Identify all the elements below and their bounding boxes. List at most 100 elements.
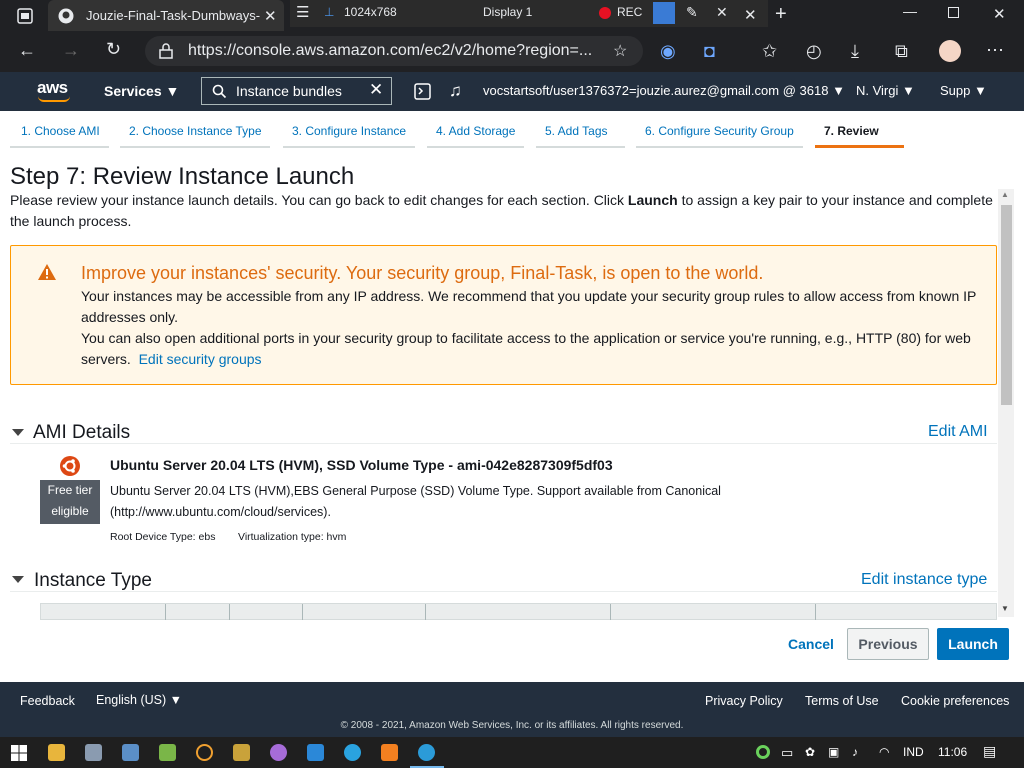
scroll-down-icon[interactable]: ▼ [1001,604,1009,613]
favorite-icon[interactable]: ☆ [613,41,627,61]
cloudflare-icon[interactable] [381,744,398,761]
url-bar[interactable]: https://console.aws.amazon.com/ec2/v2/ho… [145,36,643,66]
window-menu-icon[interactable] [17,8,33,24]
aws-logo[interactable]: aws [37,78,68,98]
collections-icon[interactable]: ⧉ [895,41,908,62]
notifications-icon[interactable]: ♫ [449,81,462,101]
instance-type-heading: Instance Type [34,570,152,591]
collapse-ami-icon[interactable] [12,429,24,436]
warning-icon [38,264,56,280]
vscode-icon[interactable] [307,744,324,761]
camera-icon[interactable] [653,2,675,24]
step-add-tags[interactable]: 5. Add Tags [545,124,608,138]
step-underline [283,146,415,148]
collapse-instance-icon[interactable] [12,576,24,583]
aws-navbar: aws Services ▼ ♫ vocstartsoft/user137637… [0,72,1024,111]
account-menu[interactable]: vocstartsoft/user1376372=jouzie.aurez@gm… [483,83,845,98]
tray-icon[interactable]: ▣ [828,745,839,759]
ami-name: Ubuntu Server 20.04 LTS (HVM), SSD Volum… [110,457,613,473]
record-dot-icon [599,7,611,19]
window-close-icon[interactable]: ✕ [993,5,1006,23]
favorites-icon[interactable]: ✩ [762,41,777,62]
search-value: Instance bundles [236,83,342,99]
clear-search-icon[interactable]: ✕ [369,80,383,100]
language-select[interactable]: English (US) ▼ [96,693,182,707]
recorder-menu-icon[interactable]: ☰ [296,3,309,21]
cancel-button[interactable]: Cancel [788,636,834,652]
close-tab-icon[interactable]: ✕ [744,6,757,24]
services-label: Services [104,83,162,99]
pin-icon[interactable]: ⊥ [324,5,334,19]
edit-security-groups-link[interactable]: Edit security groups [139,351,262,367]
browser-tab[interactable]: Jouzie-Final-Task-Dumbways-Ba [48,0,284,31]
app-icon[interactable] [122,744,139,761]
previous-button[interactable]: Previous [847,628,929,660]
scroll-up-icon[interactable]: ▲ [1001,190,1009,199]
telegram-icon[interactable] [344,744,361,761]
lock-icon[interactable] [159,43,173,59]
intro-launch: Launch [627,192,678,208]
edge-icon[interactable] [418,744,435,761]
step-add-storage[interactable]: 4. Add Storage [436,124,515,138]
support-menu[interactable]: Supp ▼ [940,83,987,98]
reload-icon[interactable]: ↻ [106,39,121,60]
terms-of-use-link[interactable]: Terms of Use [805,694,879,708]
step-choose-instance-type[interactable]: 2. Choose Instance Type [129,124,262,138]
app-icon[interactable] [85,744,102,761]
pen-icon[interactable]: ✎ [686,4,698,21]
battery-icon[interactable]: ▭ [781,745,793,761]
table-column-divider [610,604,611,620]
downloads-icon[interactable]: ⤓ [851,41,859,62]
github-desktop-icon[interactable] [270,744,287,761]
notification-center-icon[interactable]: ▤ [983,743,996,760]
app-icon[interactable] [196,744,213,761]
warning-line-1: Your instances may be accessible from an… [81,288,977,325]
scrollbar-thumb[interactable] [1001,205,1012,405]
file-explorer-icon[interactable] [48,744,65,761]
region-menu[interactable]: N. Virgi ▼ [856,83,915,98]
recorder-resolution: 1024x768 [344,5,397,19]
language-indicator[interactable]: IND [903,745,924,759]
tray-icon[interactable] [756,745,770,759]
edit-ami-link[interactable]: Edit AMI [928,423,988,441]
tab-close-icon[interactable]: ✕ [264,7,277,25]
ubuntu-icon [60,456,80,476]
privacy-policy-link[interactable]: Privacy Policy [705,694,783,708]
extension-icon[interactable]: ◉ [660,41,676,62]
recorder-rec[interactable]: REC [617,5,642,19]
capture-icon[interactable]: ◘ [704,41,715,62]
new-tab-icon[interactable]: + [775,3,787,26]
windows-start-icon[interactable] [11,745,27,761]
tab-title: Jouzie-Final-Task-Dumbways-Ba [86,8,261,23]
volume-icon[interactable]: ♪ [852,745,858,759]
step-underline [427,146,524,148]
tray-icon[interactable]: ✿ [805,745,815,759]
recorder-display[interactable]: Display 1 [483,5,532,19]
forward-icon[interactable]: → [62,40,80,61]
history-icon[interactable]: ◴ [806,41,822,62]
restore-icon[interactable] [948,7,959,18]
step-configure-instance[interactable]: 3. Configure Instance [292,124,406,138]
more-icon[interactable]: ⋯ [986,40,1004,61]
minimize-icon[interactable]: — [903,3,917,19]
wifi-icon[interactable]: ◠ [879,745,889,759]
step-configure-security-group[interactable]: 6. Configure Security Group [645,124,794,138]
back-icon[interactable]: ← [18,40,36,61]
browser-titlebar: Jouzie-Final-Task-Dumbways-Ba ✕ ☰ ⊥ 1024… [0,0,1024,31]
launch-button[interactable]: Launch [937,628,1009,660]
cloudshell-icon[interactable] [414,83,431,100]
table-column-divider [815,604,816,620]
avatar[interactable] [939,40,961,62]
app-icon[interactable] [159,744,176,761]
recorder-close-icon[interactable]: ✕ [716,4,728,21]
cookie-preferences-link[interactable]: Cookie preferences [901,694,1009,708]
step-choose-ami[interactable]: 1. Choose AMI [21,124,100,138]
warning-line-2: You can also open additional ports in yo… [81,328,981,370]
git-icon[interactable] [233,744,250,761]
feedback-link[interactable]: Feedback [20,694,75,708]
edit-instance-type-link[interactable]: Edit instance type [861,571,987,589]
services-menu[interactable]: Services ▼ [104,83,179,99]
clock[interactable]: 11:06 [938,745,967,759]
aws-search-input[interactable]: Instance bundles ✕ [201,77,392,105]
page-intro: Please review your instance launch detai… [10,190,1000,232]
